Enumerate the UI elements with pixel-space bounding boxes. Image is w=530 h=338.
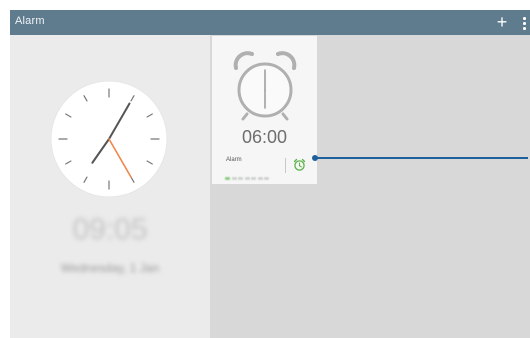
overflow-menu-icon[interactable] [518, 13, 530, 33]
alarm-time: 06:00 [241, 127, 288, 147]
analog-clock [50, 80, 168, 198]
world-clock-panel: 09:05 Wednesday, 1 Jan [10, 35, 210, 338]
action-bar: Alarm + [10, 10, 530, 35]
repeat-day-dot [231, 177, 237, 180]
repeat-day-dot [264, 177, 269, 180]
add-alarm-button[interactable]: + [492, 11, 512, 33]
alarm-clock-icon [233, 51, 297, 121]
alarm-app-screen: Alarm + 09:05 Wednesday, 1 Jan 06:00 Ala… [10, 10, 530, 338]
repeat-day-dot [251, 177, 256, 180]
repeat-day-dot [225, 177, 230, 180]
repeat-days-indicator [225, 167, 281, 180]
app-title: Alarm [15, 15, 45, 27]
alarm-label: Alarm [226, 157, 242, 163]
digital-time: 09:05 [72, 213, 148, 246]
repeat-day-dot [244, 177, 250, 180]
card-divider [285, 158, 286, 173]
callout-line [316, 157, 528, 159]
alarm-card[interactable]: 06:00 Alarm [212, 36, 317, 184]
date-label: Wednesday, 1 Jan [60, 261, 160, 275]
repeat-day-dot [257, 177, 263, 180]
alarm-on-icon[interactable] [293, 158, 306, 172]
repeat-day-dot [238, 177, 243, 180]
